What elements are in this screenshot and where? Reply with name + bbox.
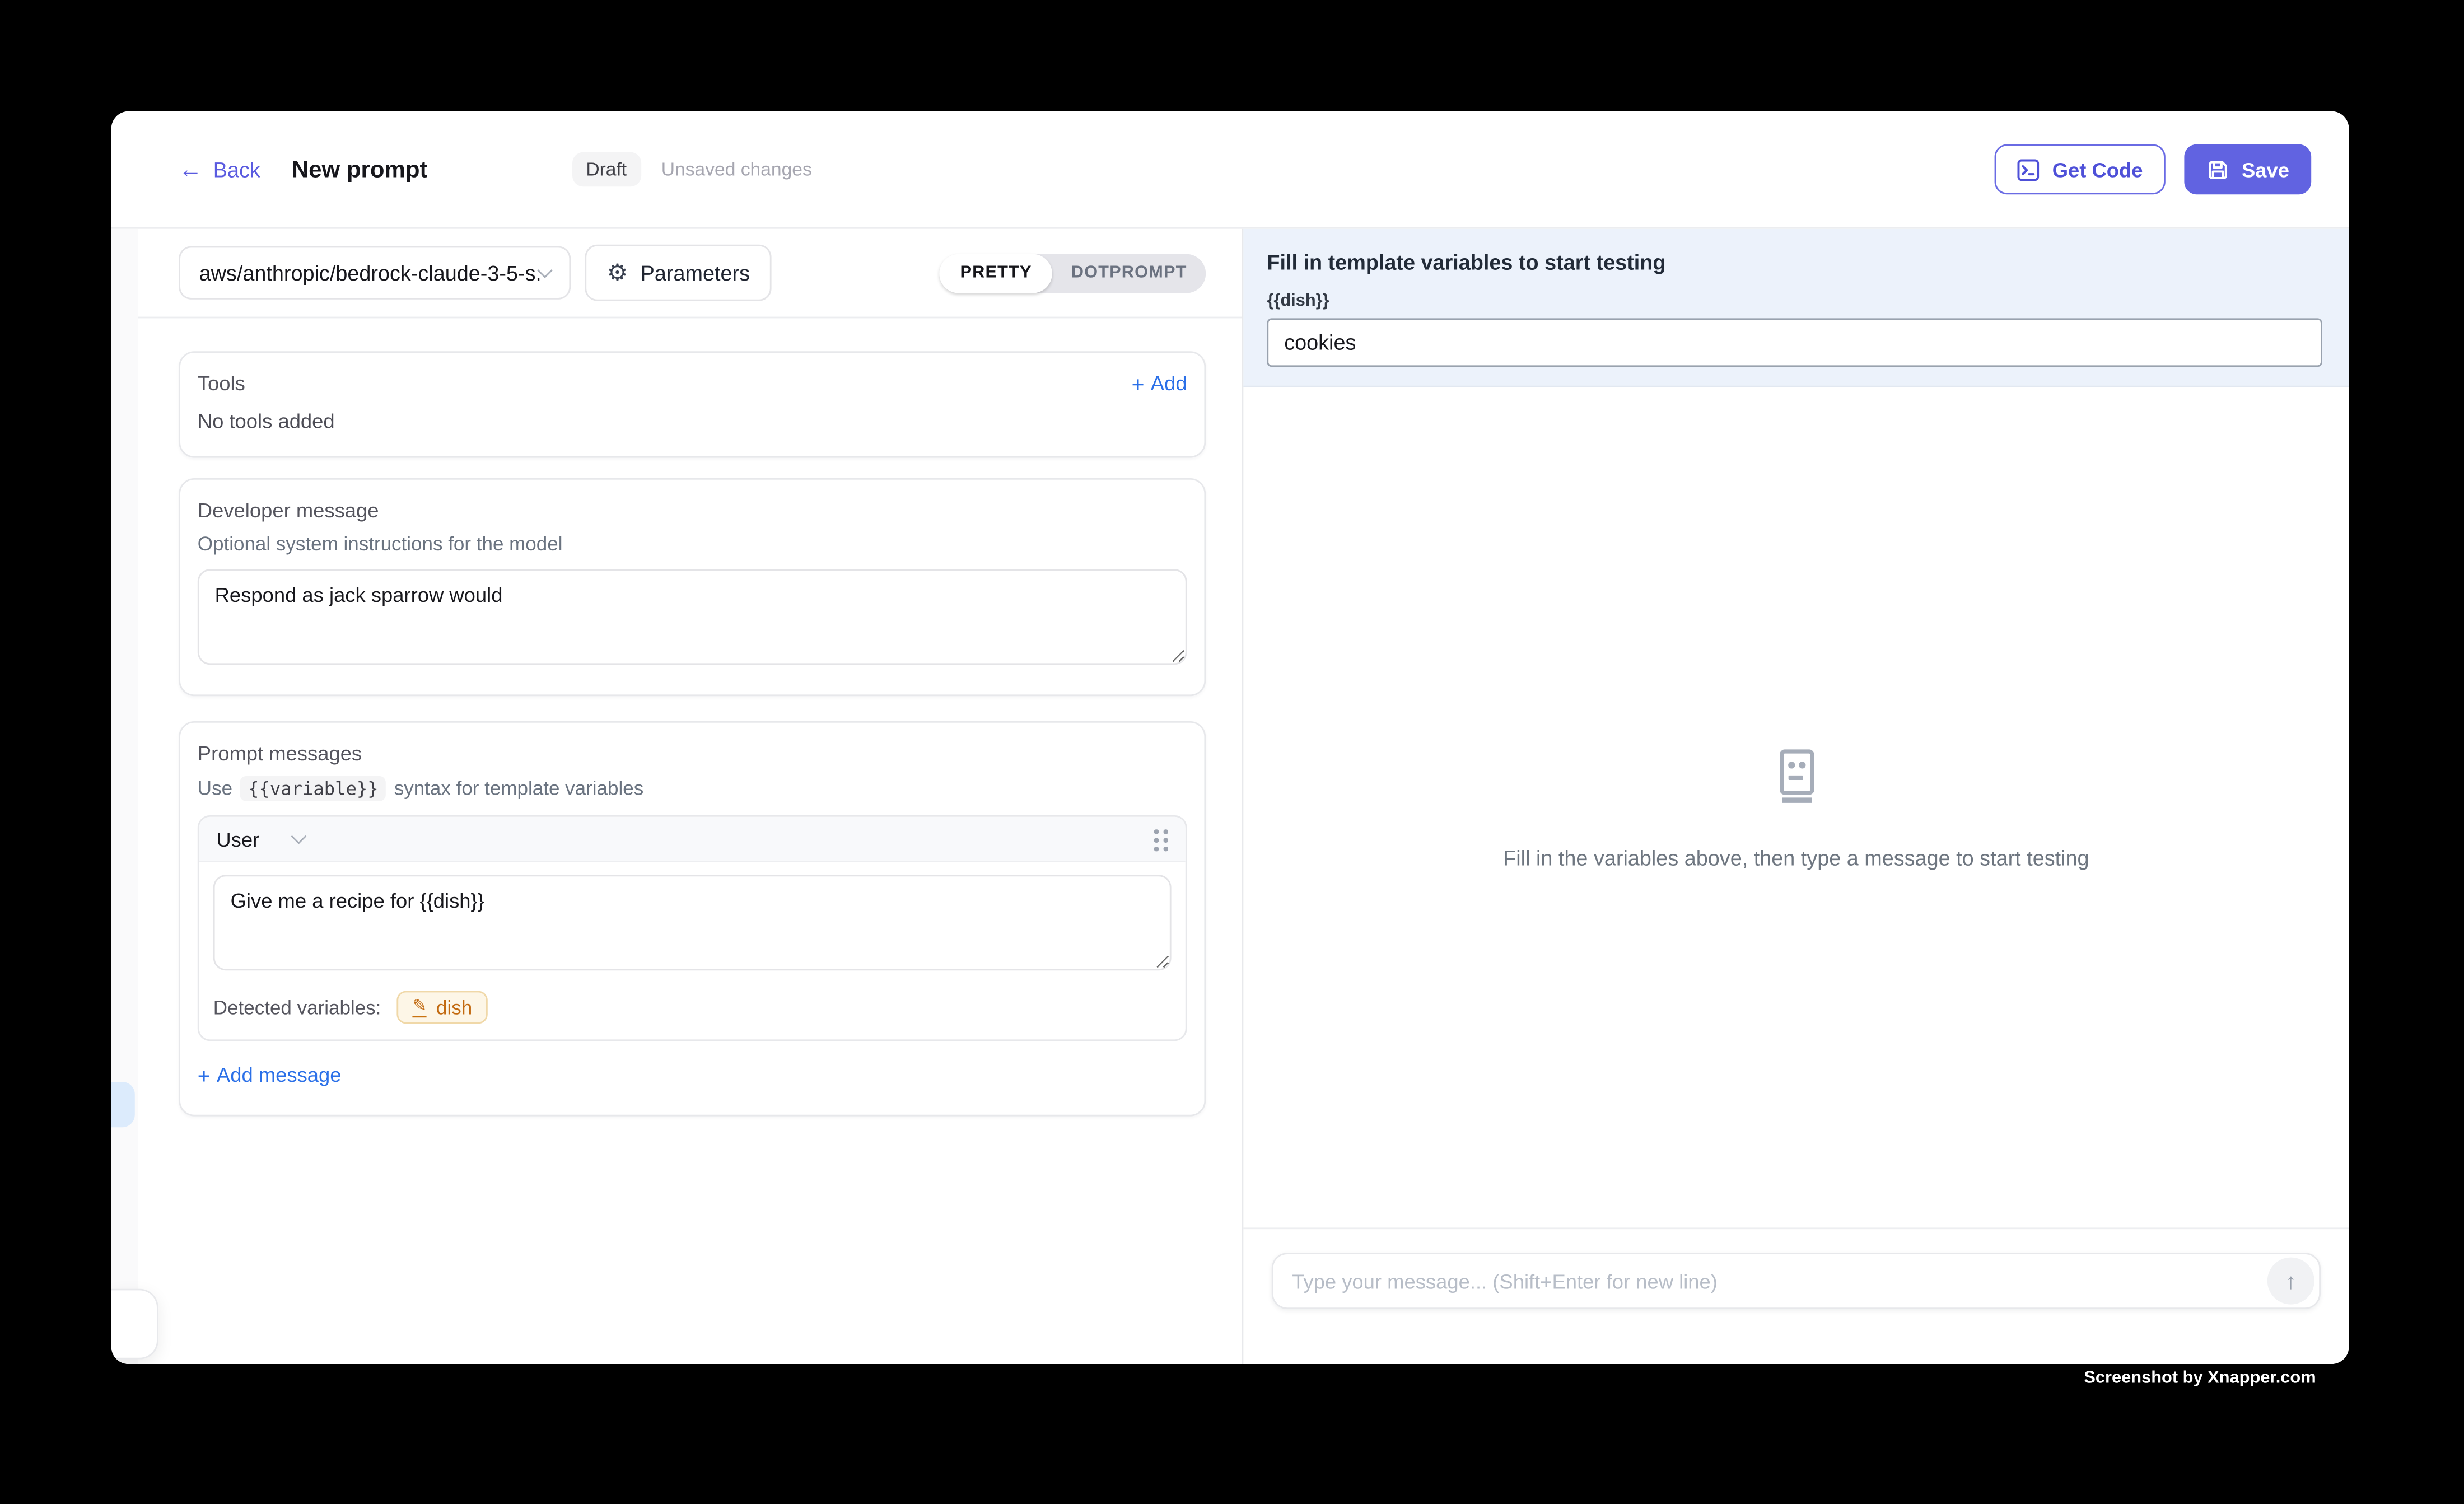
tools-title: Tools [198, 372, 245, 395]
status-badge: Draft [572, 152, 641, 187]
gear-icon: ⚙ [607, 261, 628, 284]
add-message-button[interactable]: + Add message [198, 1063, 342, 1086]
send-button[interactable]: ↑ [2267, 1258, 2314, 1305]
editor-panel: aws/anthropic/bedrock-claude-3-5-s... ⚙ … [111, 229, 1244, 1364]
robot-face-icon [1766, 745, 1826, 805]
page-title: New prompt [292, 156, 428, 183]
drag-handle-icon[interactable] [1152, 826, 1168, 852]
message-block: User Give me a recipe for {{dish}} Detec… [198, 815, 1187, 1041]
main-split: aws/anthropic/bedrock-claude-3-5-s... ⚙ … [111, 229, 2349, 1364]
sidebar-popover-sliver [111, 1289, 158, 1360]
add-tool-button[interactable]: + Add [1132, 372, 1187, 395]
header-actions: Get Code Save [1994, 144, 2311, 195]
prompt-messages-card: Prompt messages Use {{variable}} syntax … [179, 721, 1206, 1115]
variable-badge-dish[interactable]: ✎ dish [396, 991, 488, 1024]
message-textarea[interactable]: Give me a recipe for {{dish}} [213, 875, 1172, 970]
back-button[interactable]: ← Back [179, 157, 260, 181]
header-bar: ← Back New prompt Draft Unsaved changes … [111, 111, 2349, 229]
sidebar-edge-strip [111, 229, 138, 1364]
message-role-select[interactable]: User [216, 827, 305, 851]
detected-variables-label: Detected variables: [213, 996, 381, 1018]
tools-empty-text: No tools added [198, 409, 1187, 433]
unsaved-changes-text: Unsaved changes [661, 158, 812, 180]
editor-content: Tools + Add No tools added Developer mes… [111, 318, 1242, 1115]
arrow-up-icon: ↑ [2285, 1268, 2297, 1293]
prompt-editor-window: ← Back New prompt Draft Unsaved changes … [111, 111, 2349, 1364]
back-label: Back [213, 157, 260, 181]
subtitle-suffix: syntax for template variables [394, 778, 644, 800]
model-selector-value: aws/anthropic/bedrock-claude-3-5-s... [199, 261, 540, 284]
editor-toolbar: aws/anthropic/bedrock-claude-3-5-s... ⚙ … [111, 229, 1242, 319]
template-variables-title: Fill in template variables to start test… [1267, 251, 2322, 274]
plus-icon: + [198, 1064, 211, 1086]
subtitle-prefix: Use [198, 778, 232, 800]
save-button[interactable]: Save [2183, 144, 2311, 195]
chat-empty-area: Fill in the variables above, then type a… [1243, 387, 2349, 1228]
chevron-down-icon [292, 829, 307, 844]
toggle-option-dotprompt[interactable]: DOTPROMPT [1052, 253, 1206, 292]
toggle-option-pretty[interactable]: PRETTY [940, 253, 1052, 292]
developer-message-subtitle: Optional system instructions for the mod… [198, 533, 1187, 555]
message-role-value: User [216, 827, 259, 851]
model-selector[interactable]: aws/anthropic/bedrock-claude-3-5-s... [179, 246, 571, 300]
back-arrow-icon: ← [179, 157, 202, 181]
get-code-label: Get Code [2052, 157, 2143, 181]
parameters-label: Parameters [641, 261, 750, 284]
chat-input-bar: ↑ [1243, 1227, 2349, 1364]
save-label: Save [2242, 157, 2289, 181]
developer-message-title: Developer message [198, 498, 1187, 522]
prompt-messages-title: Prompt messages [198, 741, 1187, 765]
get-code-button[interactable]: Get Code [1994, 144, 2165, 195]
sidebar-active-item-sliver[interactable] [111, 1082, 135, 1127]
chat-message-input[interactable] [1292, 1269, 2267, 1293]
message-header: User [199, 817, 1186, 862]
save-icon [2206, 157, 2229, 181]
detected-variables-row: Detected variables: ✎ dish [213, 991, 1172, 1024]
view-mode-toggle: PRETTY DOTPROMPT [940, 253, 1206, 292]
variable-syntax-chip: {{variable}} [240, 776, 386, 801]
variable-dish-label: {{dish}} [1267, 292, 2322, 311]
empty-state-text: Fill in the variables above, then type a… [1503, 846, 2089, 870]
tools-card: Tools + Add No tools added [179, 351, 1206, 457]
chevron-down-icon [537, 263, 553, 278]
developer-message-textarea[interactable]: Respond as jack sparrow would [198, 569, 1187, 665]
screenshot-stage: ← Back New prompt Draft Unsaved changes … [0, 0, 2464, 1504]
terminal-icon [2016, 157, 2040, 181]
variable-dish-input[interactable] [1267, 318, 2322, 367]
developer-message-card: Developer message Optional system instru… [179, 478, 1206, 696]
add-message-label: Add message [217, 1063, 342, 1086]
prompt-messages-subtitle: Use {{variable}} syntax for template var… [198, 776, 1187, 801]
pencil-icon: ✎ [412, 997, 427, 1017]
parameters-button[interactable]: ⚙ Parameters [585, 245, 772, 301]
xnapper-watermark: Screenshot by Xnapper.com [2084, 1368, 2316, 1388]
variable-badge-label: dish [436, 996, 472, 1018]
chat-input-wrap: ↑ [1272, 1253, 2321, 1309]
test-panel: Fill in template variables to start test… [1243, 229, 2349, 1364]
message-body: Give me a recipe for {{dish}} Detected v… [199, 862, 1186, 1039]
add-tool-label: Add [1151, 372, 1187, 395]
plus-icon: + [1132, 372, 1145, 394]
template-variables-bar: Fill in template variables to start test… [1243, 229, 2349, 387]
